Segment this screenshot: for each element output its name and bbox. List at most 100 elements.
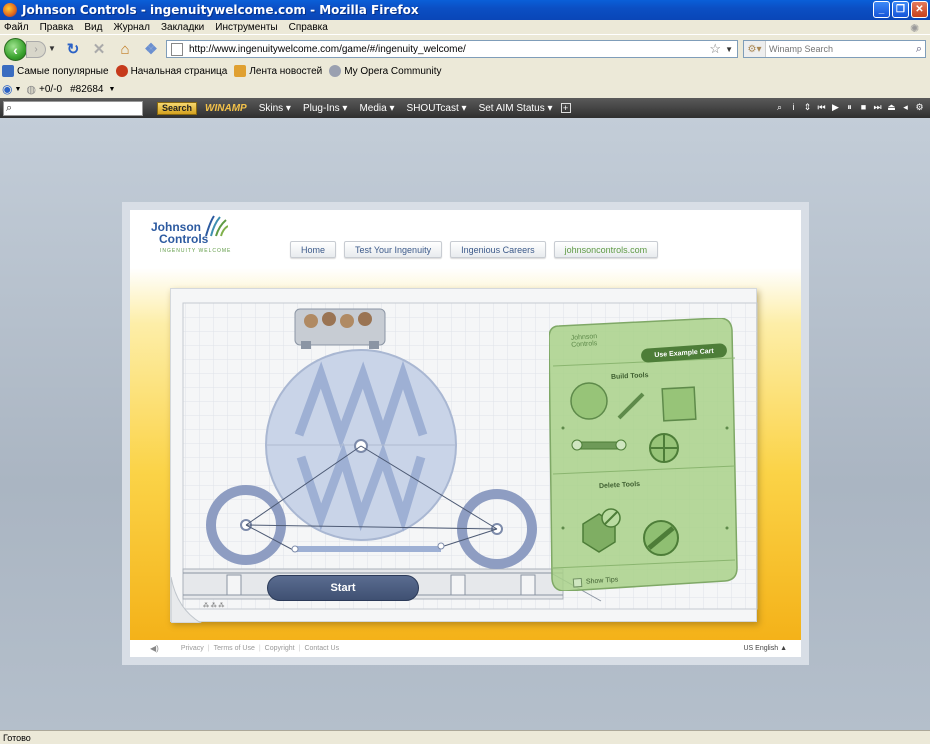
winamp-logo[interactable]: WINAMP <box>205 103 247 114</box>
gear-icon[interactable]: ⚙ <box>915 101 924 113</box>
separator: | <box>298 645 301 652</box>
stop-icon[interactable]: ■ <box>859 101 868 113</box>
maximize-button[interactable]: ❐ <box>892 1 909 18</box>
window-controls: _ ❐ ✕ <box>873 1 928 18</box>
speaker-icon[interactable]: ◀) <box>150 644 159 653</box>
show-tips-label: Show Tips <box>585 576 619 586</box>
winamp-search-input[interactable]: ⌕ <box>3 100 143 116</box>
menu-label: Set AIM Status <box>478 102 545 114</box>
bookmark-news-feed[interactable]: Лента новостей <box>234 65 322 77</box>
menu-label: Media <box>359 102 387 114</box>
globe-icon[interactable]: ◉ <box>2 82 12 96</box>
home-icon[interactable]: ⌂ <box>116 40 134 58</box>
site-frame: Johnson Controls INGENUITY WELCOME Home … <box>122 202 809 665</box>
search-engine-icon[interactable]: ⚙▾ <box>744 41 766 57</box>
menu-bookmarks[interactable]: Закладки <box>161 22 204 33</box>
back-button[interactable]: ‹ <box>4 38 27 61</box>
footer-link-contact[interactable]: Contact Us <box>304 645 339 652</box>
dropdown-icon[interactable]: ▼ <box>14 86 21 93</box>
previous-icon[interactable]: ⏮ <box>817 101 826 113</box>
rating-icon: ◍ <box>26 83 37 96</box>
next-icon[interactable]: ⏭ <box>873 101 882 113</box>
bookmark-label: Самые популярные <box>17 65 109 77</box>
footer-link-privacy[interactable]: Privacy <box>181 645 204 652</box>
menu-file[interactable]: Файл <box>4 22 29 33</box>
tool-panel: Johnson Controls Use Example Cart Build … <box>549 318 738 591</box>
rank-text: #82684 <box>70 83 104 95</box>
search-box[interactable]: ⚙▾ ⌕ <box>743 40 926 58</box>
start-button[interactable]: Start <box>267 575 419 601</box>
stop-icon[interactable]: ✕ <box>90 40 108 58</box>
tab-test-ingenuity[interactable]: Test Your Ingenuity <box>344 241 443 258</box>
bookmark-label: Начальная страница <box>130 65 228 77</box>
url-dropdown-icon[interactable]: ▼ <box>725 45 733 54</box>
addon-icon[interactable]: ❖ <box>142 40 160 58</box>
search-icon[interactable]: ⌕ <box>916 43 922 56</box>
winamp-search-button[interactable]: Search <box>157 101 198 115</box>
bookmark-star-icon[interactable]: ☆ <box>709 41 721 57</box>
search-input[interactable] <box>766 44 916 54</box>
window-title: Johnson Controls - ingenuitywelcome.com … <box>22 3 419 17</box>
firefox-icon <box>115 65 128 77</box>
address-bar[interactable]: http://www.ingenuitywelcome.com/game/#/i… <box>166 40 738 58</box>
close-button[interactable]: ✕ <box>911 1 928 18</box>
footer-link-terms[interactable]: Terms of Use <box>214 645 255 652</box>
bookmarks-bar: Самые популярные Начальная страница Лент… <box>0 62 930 80</box>
winamp-plugins-menu[interactable]: Plug-Ins ▾ <box>303 103 348 114</box>
opera-icon <box>329 65 342 77</box>
menu-tools[interactable]: Инструменты <box>215 22 277 33</box>
bookmark-popular[interactable]: Самые популярные <box>2 65 109 77</box>
status-bar: Готово <box>0 730 930 744</box>
url-text[interactable]: http://www.ingenuitywelcome.com/game/#/i… <box>189 44 709 55</box>
winamp-shoutcast-menu[interactable]: SHOUTcast ▾ <box>407 103 467 114</box>
bookmark-start-page[interactable]: Начальная страница <box>115 65 228 77</box>
tab-home[interactable]: Home <box>290 241 337 258</box>
info-icon[interactable]: i <box>789 101 798 113</box>
add-icon[interactable]: + <box>560 103 571 113</box>
menu-label: Plug-Ins <box>302 102 340 114</box>
winamp-skins-menu[interactable]: Skins ▾ <box>259 103 291 114</box>
menu-history[interactable]: Журнал <box>113 22 150 33</box>
menu-bar: Файл Правка Вид Журнал Закладки Инструме… <box>0 20 930 34</box>
bookmark-label: My Opera Community <box>344 65 442 77</box>
page-icon <box>171 42 183 56</box>
site-card: Johnson Controls INGENUITY WELCOME Home … <box>130 210 801 657</box>
reload-icon[interactable]: ↻ <box>64 40 82 58</box>
pause-icon[interactable]: ⏸ <box>845 101 854 113</box>
menu-help[interactable]: Справка <box>289 22 328 33</box>
separator: | <box>258 645 261 652</box>
navigation-toolbar: ‹ › ▼ ↻ ✕ ⌂ ❖ http://www.ingenuitywelcom… <box>0 34 930 62</box>
menu-view[interactable]: Вид <box>84 22 102 33</box>
language-label: US English <box>743 645 779 652</box>
motor-tool-icon <box>576 441 622 450</box>
rank-dropdown-icon[interactable]: ▼ <box>108 86 115 93</box>
search-icon: ⌕ <box>6 101 13 114</box>
show-tips-checkbox[interactable] <box>572 577 583 588</box>
audio-icon[interactable]: ◂ <box>901 101 910 113</box>
forward-button[interactable]: › <box>26 41 46 58</box>
bookmark-opera-community[interactable]: My Opera Community <box>329 65 442 77</box>
menu-label: Skins <box>258 102 284 114</box>
footer-link-copyright[interactable]: Copyright <box>265 645 295 652</box>
square-tool-icon <box>661 386 697 422</box>
play-icon[interactable]: ▶ <box>831 101 840 113</box>
winamp-aim-menu[interactable]: Set AIM Status ▾ <box>479 103 553 114</box>
minimize-button[interactable]: _ <box>873 1 890 18</box>
winamp-media-menu[interactable]: Media ▾ <box>359 103 394 114</box>
circle-tool-icon <box>570 382 608 420</box>
rating-text: +0/-0 <box>39 83 63 95</box>
menu-edit[interactable]: Правка <box>40 22 74 33</box>
site-navigation: Home Test Your Ingenuity Ingenious Caree… <box>290 241 659 258</box>
volume-icon[interactable]: ⇕ <box>803 101 812 113</box>
eject-icon[interactable]: ⏏ <box>887 101 896 113</box>
language-selector[interactable]: US English ▲ <box>743 645 787 652</box>
svg-text:⁂ ⁂ ⁂: ⁂ ⁂ ⁂ <box>203 603 224 609</box>
search-icon[interactable]: ⌕ <box>775 101 784 113</box>
page-viewport: Johnson Controls INGENUITY WELCOME Home … <box>0 118 930 730</box>
panel-logo: Johnson Controls <box>571 333 598 349</box>
tab-careers[interactable]: Ingenious Careers <box>450 241 546 258</box>
winamp-controls: ⌕ i ⇕ ⏮ ▶ ⏸ ■ ⏭ ⏏ ◂ ⚙ <box>775 101 924 113</box>
tab-johnsoncontrols[interactable]: johnsoncontrols.com <box>553 241 659 258</box>
history-dropdown-icon[interactable]: ▼ <box>48 44 56 53</box>
separator: | <box>207 645 210 652</box>
